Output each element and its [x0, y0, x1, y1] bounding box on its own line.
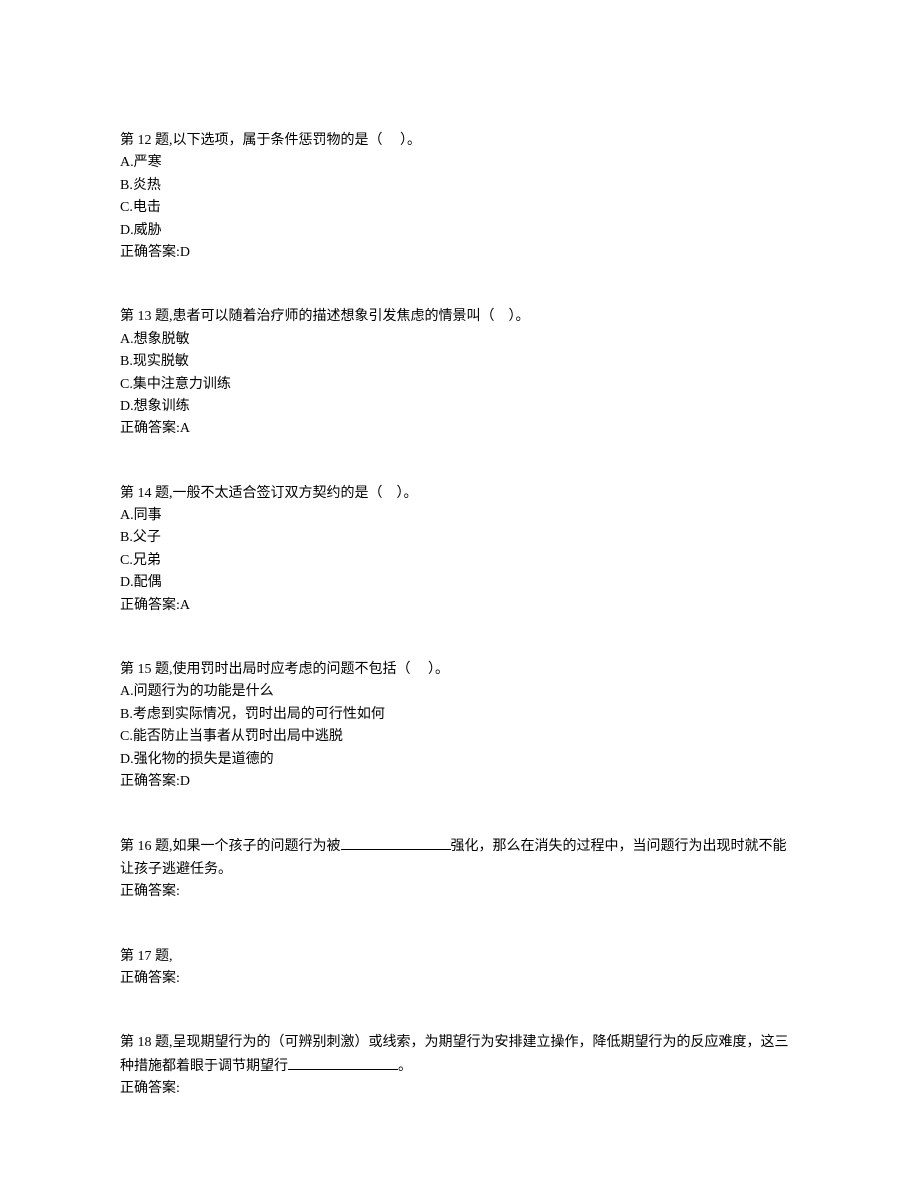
question-12-option-d: D.威胁 — [120, 220, 800, 242]
question-14-title: 第 14 题,一般不太适合签订双方契约的是（ ）。 — [120, 483, 800, 505]
question-12-option-a: A.严寒 — [120, 152, 800, 174]
question-18-answer: 正确答案: — [120, 1078, 800, 1100]
fill-blank — [341, 835, 451, 850]
question-16-title: 第 16 题,如果一个孩子的问题行为被强化，那么在消失的过程中，当问题行为出现时… — [120, 835, 800, 881]
question-12-option-c: C.电击 — [120, 197, 800, 219]
question-18: 第 18 题,呈现期望行为的（可辨别刺激）或线索，为期望行为安排建立操作，降低期… — [120, 1032, 800, 1100]
question-15-option-c: C.能否防止当事者从罚时出局中逃脱 — [120, 726, 800, 748]
question-13-option-c: C.集中注意力训练 — [120, 374, 800, 396]
question-18-title: 第 18 题,呈现期望行为的（可辨别刺激）或线索，为期望行为安排建立操作，降低期… — [120, 1032, 800, 1078]
question-14-option-a: A.同事 — [120, 505, 800, 527]
question-15-option-d: D.强化物的损失是道德的 — [120, 749, 800, 771]
question-14-answer: 正确答案:A — [120, 595, 800, 617]
question-16: 第 16 题,如果一个孩子的问题行为被强化，那么在消失的过程中，当问题行为出现时… — [120, 835, 800, 903]
question-14-option-b: B.父子 — [120, 527, 800, 549]
question-16-answer: 正确答案: — [120, 881, 800, 903]
question-14-option-c: C.兄弟 — [120, 550, 800, 572]
question-14: 第 14 题,一般不太适合签订双方契约的是（ ）。 A.同事 B.父子 C.兄弟… — [120, 483, 800, 617]
fill-blank — [288, 1055, 398, 1070]
question-17-title: 第 17 题, — [120, 946, 800, 968]
question-13-option-b: B.现实脱敏 — [120, 351, 800, 373]
question-12-title: 第 12 题,以下选项，属于条件惩罚物的是（ ）。 — [120, 130, 800, 152]
question-12-option-b: B.炎热 — [120, 175, 800, 197]
question-15: 第 15 题,使用罚时出局时应考虑的问题不包括（ ）。 A.问题行为的功能是什么… — [120, 659, 800, 793]
question-17-answer: 正确答案: — [120, 968, 800, 990]
question-13-title: 第 13 题,患者可以随着治疗师的描述想象引发焦虑的情景叫（ ）。 — [120, 306, 800, 328]
question-13: 第 13 题,患者可以随着治疗师的描述想象引发焦虑的情景叫（ ）。 A.想象脱敏… — [120, 306, 800, 440]
document-page: 第 12 题,以下选项，属于条件惩罚物的是（ ）。 A.严寒 B.炎热 C.电击… — [0, 0, 920, 1191]
question-15-answer: 正确答案:D — [120, 771, 800, 793]
question-18-title-pre: 第 18 题,呈现期望行为的（可辨别刺激）或线索，为期望行为安排建立操作，降低期… — [120, 1035, 789, 1073]
question-15-option-b: B.考虑到实际情况，罚时出局的可行性如何 — [120, 704, 800, 726]
question-12-answer: 正确答案:D — [120, 242, 800, 264]
question-14-option-d: D.配偶 — [120, 572, 800, 594]
question-13-option-a: A.想象脱敏 — [120, 329, 800, 351]
question-15-title: 第 15 题,使用罚时出局时应考虑的问题不包括（ ）。 — [120, 659, 800, 681]
question-13-answer: 正确答案:A — [120, 418, 800, 440]
question-16-title-pre: 第 16 题,如果一个孩子的问题行为被 — [120, 839, 341, 854]
question-15-option-a: A.问题行为的功能是什么 — [120, 681, 800, 703]
question-12: 第 12 题,以下选项，属于条件惩罚物的是（ ）。 A.严寒 B.炎热 C.电击… — [120, 130, 800, 264]
question-17: 第 17 题, 正确答案: — [120, 946, 800, 991]
question-18-title-post: 。 — [398, 1059, 412, 1074]
question-13-option-d: D.想象训练 — [120, 396, 800, 418]
